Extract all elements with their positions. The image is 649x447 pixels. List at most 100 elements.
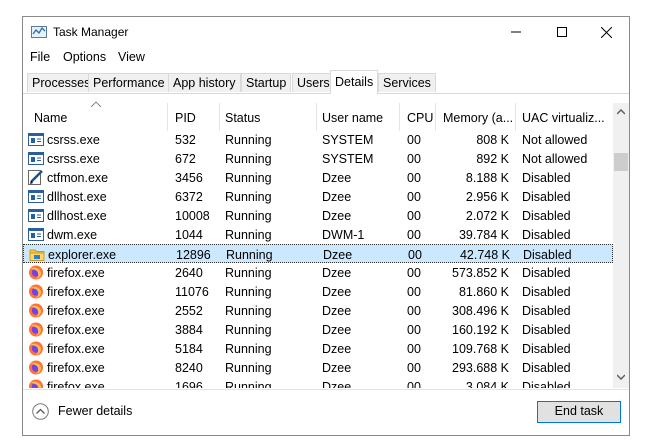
menu-bar: File Options View — [23, 47, 629, 69]
cell-user: Dzee — [322, 285, 352, 299]
cell-name: csrss.exe — [47, 152, 100, 166]
cell-uac: Disabled — [522, 304, 571, 318]
table-row[interactable]: firefox.exe 8240 Running Dzee 00 293.688 K Dis… — [23, 358, 613, 377]
table-row[interactable]: firefox.exe 11076 Running Dzee 00 81.860 K Dis… — [23, 282, 613, 301]
close-button[interactable] — [583, 17, 629, 47]
menu-file[interactable]: File — [30, 50, 50, 64]
tab-users[interactable]: Users — [292, 73, 335, 92]
minimize-button[interactable] — [493, 17, 539, 47]
table-row[interactable]: firefox.exe 2640 Running Dzee 00 573.852 K Dis… — [23, 263, 613, 282]
cell-status: Running — [225, 342, 272, 356]
cell-cpu: 00 — [407, 190, 421, 204]
maximize-button[interactable] — [539, 17, 585, 47]
cell-user: Dzee — [322, 171, 352, 185]
cell-cpu: 00 — [407, 228, 421, 242]
menu-options[interactable]: Options — [63, 50, 106, 64]
col-cpu[interactable]: CPU — [407, 111, 433, 125]
maximize-icon — [557, 27, 567, 37]
cell-status: Running — [225, 361, 272, 375]
cell-user: Dzee — [322, 380, 352, 388]
table-row[interactable]: dllhost.exe 10008 Running Dzee 00 2.072 K Disa… — [23, 206, 613, 225]
cell-name: firefox.exe — [47, 266, 105, 280]
cell-pid: 6372 — [175, 190, 203, 204]
table-row[interactable]: firefox.exe 1696 Running Dzee 00 3.084 K Disab… — [23, 377, 613, 388]
cell-name: explorer.exe — [48, 248, 117, 262]
cell-pid: 3884 — [175, 323, 203, 337]
vertical-scrollbar[interactable] — [613, 103, 629, 388]
table-row[interactable]: dllhost.exe 6372 Running Dzee 00 2.956 K Disab… — [23, 187, 613, 206]
table-row[interactable]: firefox.exe 5184 Running Dzee 00 109.768 K Dis… — [23, 339, 613, 358]
cell-pid: 3456 — [175, 171, 203, 185]
col-uac-virtualization[interactable]: UAC virtualiz... — [522, 111, 605, 125]
cell-status: Running — [225, 228, 272, 242]
pen-icon — [28, 170, 44, 185]
cell-mem: 160.192 K — [452, 323, 509, 337]
tab-details[interactable]: Details — [330, 70, 379, 94]
cell-status: Running — [225, 285, 272, 299]
cell-uac: Disabled — [522, 266, 571, 280]
system-process-icon — [28, 151, 44, 166]
close-icon — [600, 26, 612, 38]
cell-mem: 3.084 K — [465, 380, 509, 388]
table-row[interactable]: firefox.exe 2552 Running Dzee 00 308.496 K Dis… — [23, 301, 613, 320]
scrollbar-thumb[interactable] — [614, 153, 628, 171]
table-row[interactable]: csrss.exe 532 Running SYSTEM 00 808 K Not allo… — [23, 130, 613, 149]
cell-mem: 293.688 K — [452, 361, 509, 375]
cell-name: dllhost.exe — [47, 190, 107, 204]
cell-name: ctfmon.exe — [47, 171, 109, 185]
table-row[interactable]: csrss.exe 672 Running SYSTEM 00 892 K Not allo… — [23, 149, 613, 168]
tab-performance[interactable]: Performance — [88, 73, 170, 92]
tab-services[interactable]: Services — [378, 73, 436, 92]
col-status[interactable]: Status — [225, 111, 260, 125]
col-pid[interactable]: PID — [175, 111, 196, 125]
cell-pid: 1044 — [175, 228, 203, 242]
cell-cpu: 00 — [407, 133, 421, 147]
cell-uac: Disabled — [522, 190, 571, 204]
cell-pid: 12896 — [176, 248, 211, 262]
table-row[interactable]: dwm.exe 1044 Running DWM-1 00 39.784 K Disable… — [23, 225, 613, 244]
fewer-details-link[interactable]: Fewer details — [58, 404, 132, 418]
cell-name: firefox.exe — [47, 323, 105, 337]
cell-uac: Disabled — [523, 248, 572, 262]
firefox-icon — [28, 322, 44, 337]
cell-user: Dzee — [322, 342, 352, 356]
cell-pid: 10008 — [175, 209, 210, 223]
cell-pid: 5184 — [175, 342, 203, 356]
cell-cpu: 00 — [407, 304, 421, 318]
scroll-up-icon[interactable] — [617, 109, 625, 115]
details-table: Name PID Status User name CPU Memory (a.… — [23, 94, 629, 388]
cell-user: SYSTEM — [322, 133, 374, 147]
cell-cpu: 00 — [407, 323, 421, 337]
cell-name: firefox.exe — [47, 304, 105, 318]
task-manager-window: Task Manager File Options View Processes… — [22, 16, 630, 436]
system-process-icon — [28, 132, 44, 147]
firefox-icon — [28, 341, 44, 356]
tab-processes[interactable]: Processes — [27, 73, 96, 92]
table-row[interactable]: firefox.exe 3884 Running Dzee 00 160.192 K Dis… — [23, 320, 613, 339]
cell-user: Dzee — [322, 209, 352, 223]
cell-pid: 2640 — [175, 266, 203, 280]
tab-app-history[interactable]: App history — [168, 73, 241, 92]
chevron-up-circle-icon[interactable] — [32, 403, 49, 420]
sort-ascending-icon[interactable] — [91, 101, 101, 107]
menu-view[interactable]: View — [118, 50, 145, 64]
table-row[interactable]: explorer.exe 12896 Running Dzee 00 42.748 K Di… — [23, 244, 613, 263]
firefox-icon — [28, 303, 44, 318]
cell-cpu: 00 — [407, 361, 421, 375]
cell-status: Running — [225, 380, 272, 388]
cell-user: Dzee — [322, 304, 352, 318]
firefox-icon — [28, 379, 44, 388]
cell-cpu: 00 — [407, 285, 421, 299]
tab-startup[interactable]: Startup — [241, 73, 292, 92]
cell-uac: Not allowed — [522, 152, 588, 166]
cell-status: Running — [225, 171, 272, 185]
col-name[interactable]: Name — [34, 111, 67, 125]
cell-status: Running — [225, 323, 272, 337]
table-row[interactable]: ctfmon.exe 3456 Running Dzee 00 8.188 K Disabl… — [23, 168, 613, 187]
cell-cpu: 00 — [407, 171, 421, 185]
col-memory[interactable]: Memory (a... — [443, 111, 513, 125]
end-task-button[interactable]: End task — [537, 401, 621, 423]
cell-uac: Disabled — [522, 285, 571, 299]
scroll-down-icon[interactable] — [617, 374, 625, 380]
col-user-name[interactable]: User name — [322, 111, 383, 125]
